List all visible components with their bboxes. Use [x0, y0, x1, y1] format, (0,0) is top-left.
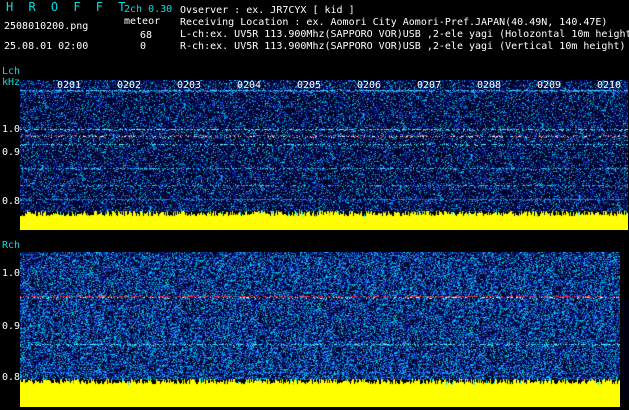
version-label: 2ch 0.30 — [124, 4, 173, 15]
time-label-0210: 0210 — [597, 80, 622, 91]
rch-ytick-0.9: 0.9 — [2, 321, 21, 332]
rch-label: Rch — [2, 240, 21, 251]
time-label-0208: 0208 — [477, 80, 502, 91]
rch-info-label: R-ch:ex. UV5R 113.900Mhz(SAPPORO VOR)USB… — [180, 41, 626, 52]
rch-spectrogram — [20, 252, 620, 407]
lch-info-label: L-ch:ex. UV5R 113.900Mhz(SAPPORO VOR)USB… — [180, 29, 629, 40]
datetime-label: 25.08.01 02:00 — [4, 41, 89, 52]
observer-label: Ovserver : ex. JR7CYX [ kid ] — [180, 5, 355, 16]
meteor-count-lch: 68 — [140, 30, 153, 41]
lch-spectrogram — [20, 80, 628, 230]
time-label-0205: 0205 — [297, 80, 322, 91]
time-label-0201: 0201 — [57, 80, 82, 91]
time-label-0207: 0207 — [417, 80, 442, 91]
time-label-0204: 0204 — [237, 80, 262, 91]
time-label-0203: 0203 — [177, 80, 202, 91]
rch-ytick-1.0: 1.0 — [2, 268, 21, 279]
location-label: Receiving Location : ex. Aomori City Aom… — [180, 17, 608, 28]
lch-ytick-1.0: 1.0 — [2, 124, 21, 135]
rch-ytick-0.8: 0.8 — [2, 372, 21, 383]
filename-label: 2508010200.png — [4, 21, 89, 32]
time-label-0202: 0202 — [117, 80, 142, 91]
right-edge-strip — [621, 300, 629, 400]
time-label-0206: 0206 — [357, 80, 382, 91]
meteor-label: meteor — [124, 16, 161, 27]
lch-ytick-0.8: 0.8 — [2, 196, 21, 207]
time-label-0209: 0209 — [537, 80, 562, 91]
meteor-count-rch: 0 — [140, 41, 147, 52]
lch-label: Lch — [2, 66, 21, 77]
lch-unit-label: kHz — [2, 77, 21, 88]
app-title: H R O F F T — [6, 0, 130, 14]
lch-ytick-0.9: 0.9 — [2, 147, 21, 158]
